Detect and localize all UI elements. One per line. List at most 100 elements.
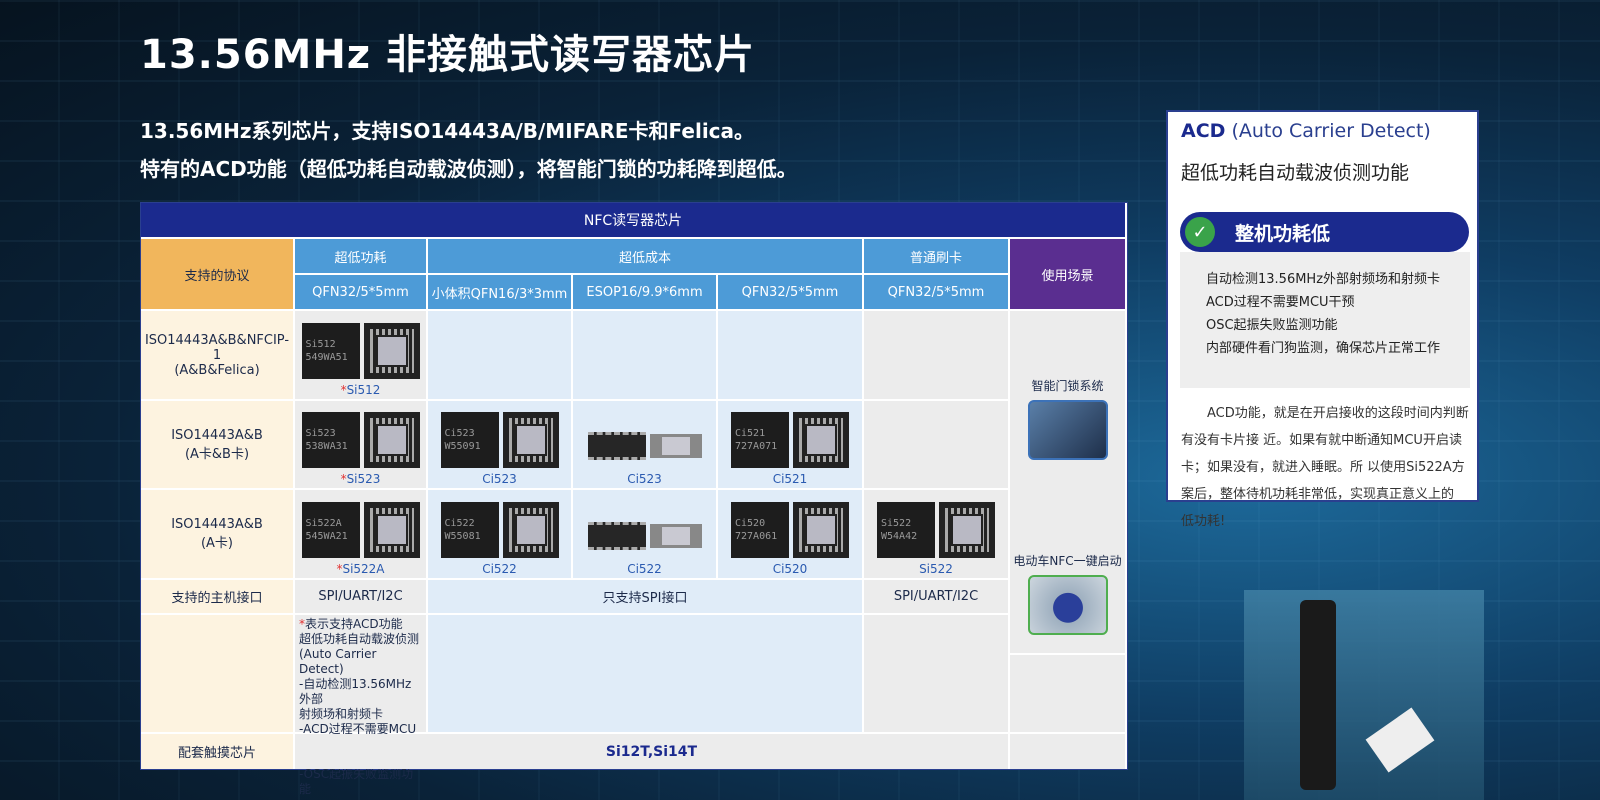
acd-subtitle: 超低功耗自动载波侦测功能 [1181,162,1410,184]
part-label: *Si512 [340,383,381,397]
part-label: *Si523 [340,472,381,486]
qfn-package-icon [363,412,420,468]
low-power-pill: ✓ 整机功耗低 [1180,212,1469,252]
host-low-power: SPI/UART/I2C [295,580,428,615]
scene-label-ebike: 电动车NFC一键启动 [1013,554,1122,568]
note-line: (Auto Carrier Detect) [299,647,377,676]
scene-label-smart-lock: 智能门锁系统 [1031,379,1104,393]
protocol-cell: ISO14443A&B (A卡) [141,490,295,580]
table-title: NFC读写器芯片 [141,203,1127,239]
protocol-cell: ISO14443A&B (A卡&B卡) [141,401,295,490]
chip-cell-ci523-esop: Ci523 [573,401,718,490]
subtitle-line-1: 13.56MHz系列芯片，支持ISO14443A/B/MIFARE卡和Felic… [140,119,755,143]
feature-item: 自动检测13.56MHz外部射频场和射频卡 [1206,272,1441,287]
qfn-package-icon [939,502,995,558]
part-label: Ci522 [482,562,517,576]
qfn-package-icon [502,412,559,468]
empty-cell [864,401,1010,490]
host-interface-label: 支持的主机接口 [141,580,295,615]
note-line: 射频场和射频卡 [299,707,384,721]
host-standard: SPI/UART/I2C [864,580,1010,615]
subtitle-line-2: 特有的ACD功能（超低功耗自动载波侦测），将智能门锁的功耗降到超低。 [140,157,797,181]
qfn-package-icon [363,502,420,558]
part-label: Si522 [919,562,953,576]
empty-cell [1010,655,1127,734]
esop-package-icon [587,432,646,460]
empty-cell [428,615,864,734]
protocol-line: ISO14443A&B [171,427,263,443]
protocol-line: ISO14443A&B [171,517,263,532]
part-label: Ci523 [627,472,662,486]
package-cell: QFN32/5*5mm [864,275,1010,311]
nfc-chip-table: NFC读写器芯片 支持的协议 超低功耗 超低成本 普通刷卡 使用场景 QFN32… [140,202,1128,796]
group-standard: 普通刷卡 [864,239,1010,275]
scene-header: 使用场景 [1010,239,1127,311]
part-label: *Si522A [336,562,385,576]
chip-cell-ci520: Ci520 727A061 Ci520 [718,490,864,580]
chip-marking-image: Si512 549WA51 [301,323,360,379]
acd-note: *表示支持ACD功能 超低功耗自动载波侦测 (Auto Carrier Dete… [295,615,428,796]
chip-cell-si522: Si522 W54A42 Si522 [864,490,1010,580]
acd-title: ACD (Auto Carrier Detect) [1181,120,1431,142]
chip-marking-image: Ci523 W55091 [440,412,499,468]
empty-cell [573,311,718,401]
empty-cell [718,311,864,401]
esop-package-bottom-icon [649,524,702,548]
chip-marking-image: Si522 W54A42 [877,502,935,558]
note-line: 超低功耗自动载波侦测 [299,632,420,646]
empty-cell [141,615,295,734]
esop-package-bottom-icon [649,434,702,458]
note-line: -自动检测13.56MHz外部 [299,677,412,706]
chip-cell-ci522-esop: Ci522 [573,490,718,580]
touch-chip-value: Si12T,Si14T [295,734,1010,769]
chip-cell-ci521: Ci521 727A071 Ci521 [718,401,864,490]
chip-cell-si512: Si512 549WA51 *Si512 [295,311,428,401]
note-line: -OSC起振失败监测功能 [299,767,414,796]
qfn-package-icon [793,412,849,468]
feature-item: 内部硬件看门狗监测，确保芯片正常工作 [1206,341,1441,356]
empty-cell [864,615,1010,734]
qfn-package-icon [502,502,559,558]
group-low-cost: 超低成本 [428,239,864,275]
protocol-line: (A卡&B卡) [184,446,250,462]
esop-package-icon [587,522,646,550]
group-low-power: 超低功耗 [295,239,428,275]
page-title: 13.56MHz 非接触式读写器芯片 [140,32,756,78]
acd-info-panel: ACD (Auto Carrier Detect) 超低功耗自动载波侦测功能 ✓… [1166,110,1479,529]
chip-marking-image: Ci520 727A061 [731,502,789,558]
part-label: Ci520 [772,562,808,576]
feature-item: ACD过程不需要MCU干预 [1206,295,1355,310]
empty-cell [1010,734,1127,769]
scene-column: 智能门锁系统 电动车NFC一键启动 [1010,311,1127,655]
acd-description: ACD功能，就是在开启接收的这段时间内判断有没有卡片接 近。如果有就中断通知MC… [1181,406,1469,529]
note-star-line: *表示支持ACD功能 [299,617,403,631]
protocol-header: 支持的协议 [141,239,295,311]
package-cell: QFN32/5*5mm [718,275,864,311]
part-label: Ci521 [772,472,808,486]
ebike-image [1027,575,1108,635]
chip-marking-image: Si522A 545WA21 [301,502,360,558]
chip-cell-ci522-qfn: Ci522 W55081 Ci522 [428,490,573,580]
door-handle-illustration [1300,600,1336,790]
protocol-line: ISO14443A&B&NFCIP-1 [144,332,290,363]
part-label: Ci523 [482,472,517,486]
acd-feature-list: 自动检测13.56MHz外部射频场和射频卡 ACD过程不需要MCU干预 OSC起… [1180,252,1470,388]
protocol-line: (A卡) [200,536,234,551]
host-low-cost: 只支持SPI接口 [428,580,864,615]
empty-cell [864,311,1010,401]
feature-item: OSC起振失败监测功能 [1206,318,1338,333]
chip-marking-image: Ci521 727A071 [731,412,789,468]
empty-cell [428,311,573,401]
chip-cell-ci523-qfn: Ci523 W55091 Ci523 [428,401,573,490]
protocol-cell: ISO14443A&B&NFCIP-1 (A&B&Felica) [141,311,295,401]
package-cell: 小体积QFN16/3*3mm [428,275,573,311]
protocol-line: (A&B&Felica) [174,362,260,378]
chip-cell-si522a: Si522A 545WA21 *Si522A [295,490,428,580]
package-cell: QFN32/5*5mm [295,275,428,311]
chip-cell-si523: Si523 538WA31 *Si523 [295,401,428,490]
chip-marking-image: Si523 538WA31 [301,412,360,468]
check-circle-icon: ✓ [1185,217,1215,247]
touch-chip-label: 配套触摸芯片 [141,734,295,769]
qfn-package-icon [363,323,420,379]
door-lock-illustration [1244,590,1484,800]
